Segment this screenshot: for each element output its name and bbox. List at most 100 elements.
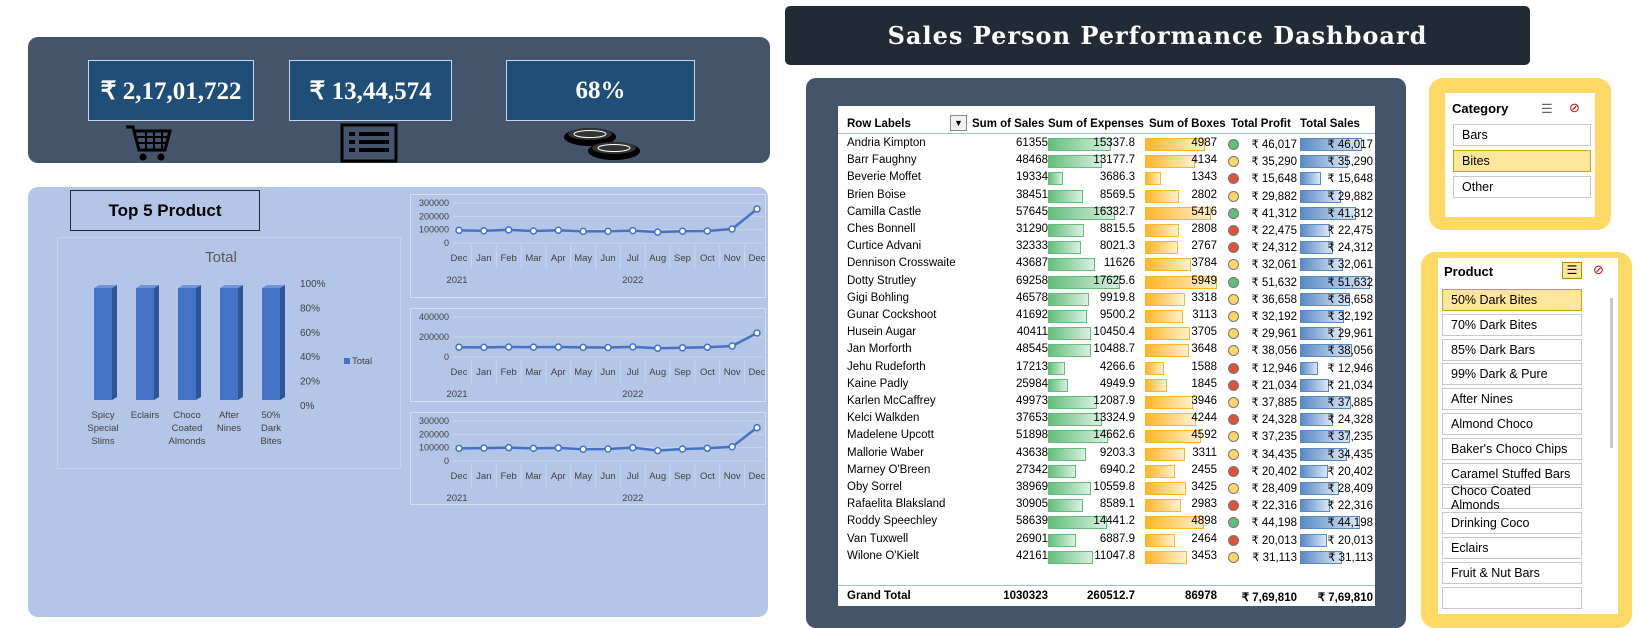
table-row[interactable]: Gunar Cockshoot 41692 9500.2 3113 ₹ 32,1… — [838, 308, 1375, 325]
data-point — [678, 227, 687, 236]
profit-value: ₹ 36,658 — [1251, 293, 1297, 306]
y-tick-label: 200000 — [419, 332, 449, 342]
category-label: Spicy — [91, 410, 114, 421]
expenses-value: 10559.8 — [1093, 481, 1135, 493]
data-point — [728, 442, 736, 451]
table-row[interactable]: Dotty Strutley 69258 17625.6 5949 ₹ 51,6… — [838, 274, 1375, 291]
slicer-item-bites[interactable]: Bites — [1453, 150, 1591, 172]
slicer-item-product[interactable]: Caramel Stuffed Bars — [1442, 462, 1582, 485]
row-label: Karlen McCaffrey — [847, 395, 936, 407]
table-row[interactable]: Ches Bonnell 31290 8815.5 2808 ₹ 22,475 … — [838, 222, 1375, 239]
slicer-item-other[interactable]: Other — [1453, 176, 1591, 198]
month-label: Oct — [700, 367, 715, 378]
slicer-item-bars[interactable]: Bars — [1453, 124, 1591, 146]
slicer-item-product[interactable]: 99% Dark & Pure — [1442, 363, 1582, 386]
bar-side — [196, 285, 201, 400]
slicer-item-product[interactable]: Almond Choco — [1442, 413, 1582, 435]
slicer-item-product[interactable]: Fruit & Nut Bars — [1442, 561, 1582, 584]
data-point — [554, 444, 563, 452]
slicer-item-product[interactable]: Choco Coated Almonds — [1442, 484, 1582, 512]
total-sales-value: ₹ 37,235 — [1327, 431, 1373, 444]
boxes-value: 2802 — [1191, 188, 1217, 201]
expenses-value: 17625.6 — [1093, 274, 1135, 287]
row-label: Beverie Moffet — [847, 171, 921, 184]
table-row[interactable]: Jan Morforth 48545 10488.7 3648 ₹ 38,056… — [838, 342, 1375, 359]
month-label: Sep — [674, 471, 691, 482]
clear-filter-icon[interactable]: ⊘ — [1569, 100, 1580, 116]
category-label: Choco — [173, 410, 200, 421]
table-row[interactable]: Madelene Upcott 51898 14662.6 4592 ₹ 37,… — [838, 428, 1375, 445]
expenses-value: 16332.7 — [1093, 205, 1135, 218]
y-tick-label: 100000 — [419, 443, 449, 453]
row-label: Van Tuxwell — [847, 532, 909, 545]
table-row[interactable]: Camilla Castle 57645 16332.7 5416 ₹ 41,3… — [838, 205, 1375, 222]
month-label: Feb — [500, 253, 516, 264]
table-row[interactable]: Beverie Moffet 19334 3686.3 1343 ₹ 15,64… — [838, 170, 1375, 187]
slicer-item-product[interactable]: 50% Dark Bites — [1442, 289, 1582, 311]
row-label: Kaine Padly — [847, 377, 909, 390]
slicer-item-product[interactable]: Drinking Coco — [1442, 512, 1582, 535]
table-row[interactable]: Curtice Advani 32333 8021.3 2767 ₹ 24,31… — [838, 239, 1375, 256]
table-row[interactable]: Van Tuxwell 26901 6887.9 2464 ₹ 20,013 ₹… — [838, 532, 1375, 549]
table-row[interactable]: Karlen McCaffrey 49973 12087.9 3946 ₹ 37… — [838, 394, 1375, 411]
y-tick-label: 200000 — [419, 429, 449, 439]
slicer-item-product[interactable]: After Nines — [1442, 388, 1582, 411]
month-label: Dec — [451, 253, 468, 264]
table-row[interactable]: Marney O'Breen 27342 6940.2 2455 ₹ 20,40… — [838, 463, 1375, 480]
bar-side — [112, 285, 117, 400]
slicer-item-product[interactable]: 70% Dark Bites — [1442, 313, 1582, 336]
table-row[interactable]: Roddy Speechley 58639 14441.2 4898 ₹ 44,… — [838, 514, 1375, 531]
year-label: 2021 — [446, 389, 467, 400]
total-sales-value: ₹ 21,034 — [1327, 379, 1373, 392]
table-row[interactable]: Kaine Padly 25984 4949.9 1845 ₹ 21,034 ₹… — [838, 377, 1375, 394]
expenses-value: 14662.6 — [1093, 429, 1135, 442]
row-label: Rafaelita Blaksland — [847, 498, 946, 511]
expenses-value: 9919.8 — [1099, 291, 1135, 304]
table-row[interactable]: Gigi Bohling 46578 9919.8 3318 ₹ 36,658 … — [838, 291, 1375, 308]
slicer-item-more[interactable] — [1442, 586, 1582, 609]
data-point — [579, 445, 587, 454]
profit-value: ₹ 29,882 — [1251, 190, 1297, 203]
product-scrollbar[interactable] — [1610, 298, 1613, 448]
table-row[interactable]: Brien Boise 38451 8569.5 2802 ₹ 29,882 ₹… — [838, 188, 1375, 205]
y-tick-label: 400000 — [419, 312, 449, 322]
table-row[interactable]: Barr Faughny 48468 13177.7 4134 ₹ 35,290… — [838, 153, 1375, 170]
expenses-value: 4949.9 — [1099, 377, 1135, 390]
table-row[interactable]: Jehu Rudeforth 17213 4266.6 1588 ₹ 12,94… — [838, 360, 1375, 377]
slicer-item-product[interactable]: Baker's Choco Chips — [1442, 437, 1582, 460]
list-icon — [340, 123, 398, 163]
table-row[interactable]: Andria Kimpton 61355 15337.8 4987 ₹ 46,0… — [838, 136, 1375, 153]
filter-dropdown-icon[interactable]: ▼ — [950, 115, 967, 131]
profit-value: ₹ 46,017 — [1251, 139, 1297, 151]
multi-select-icon[interactable]: ☰ — [1541, 101, 1553, 117]
table-row[interactable]: Husein Augar 40411 10450.4 3705 ₹ 29,961… — [838, 325, 1375, 342]
row-label: Jehu Rudeforth — [847, 360, 926, 373]
table-row[interactable]: Oby Sorrel 38969 10559.8 3425 ₹ 28,409 ₹… — [838, 480, 1375, 497]
expenses-value: 8569.5 — [1099, 188, 1135, 201]
month-label: Oct — [700, 253, 715, 264]
month-label: Mar — [525, 471, 541, 482]
table-row[interactable]: Dennison Crosswaite 43687 11626 3784 ₹ 3… — [838, 256, 1375, 273]
table-row[interactable]: Rafaelita Blaksland 30905 8589.1 2983 ₹ … — [838, 497, 1375, 514]
data-point — [604, 227, 612, 236]
multi-select-icon[interactable]: ☰ — [1562, 262, 1582, 279]
sales-value: 38451 — [1016, 188, 1048, 201]
row-label: Marney O'Breen — [847, 463, 931, 476]
category-label: Coated — [172, 423, 203, 434]
clear-filter-icon[interactable]: ⊘ — [1593, 262, 1604, 278]
slicer-item-product[interactable]: Eclairs — [1442, 537, 1582, 559]
total-sales-value: ₹ 44,198 — [1327, 517, 1373, 530]
table-row[interactable]: Wilone O'Kielt 42161 11047.8 3453 ₹ 31,1… — [838, 549, 1375, 566]
expenses-value: 4266.6 — [1099, 360, 1135, 373]
table-row[interactable]: Mallorie Waber 43638 9203.3 3311 ₹ 34,43… — [838, 446, 1375, 463]
slicer-item-product[interactable]: 85% Dark Bars — [1442, 338, 1582, 361]
boxes-value: 4134 — [1191, 154, 1217, 167]
table-row[interactable]: Kelci Walkden 37653 13324.9 4244 ₹ 24,32… — [838, 411, 1375, 428]
category-label: After — [219, 410, 239, 421]
row-label: Mallorie Waber — [847, 446, 924, 459]
header-total-profit: Total Profit — [1231, 118, 1291, 130]
category-label: Bites — [260, 436, 281, 447]
boxes-value: 3453 — [1191, 549, 1217, 562]
total-sales-value: ₹ 35,290 — [1327, 156, 1373, 169]
grand-total-expenses: 260512.7 — [1087, 590, 1135, 602]
